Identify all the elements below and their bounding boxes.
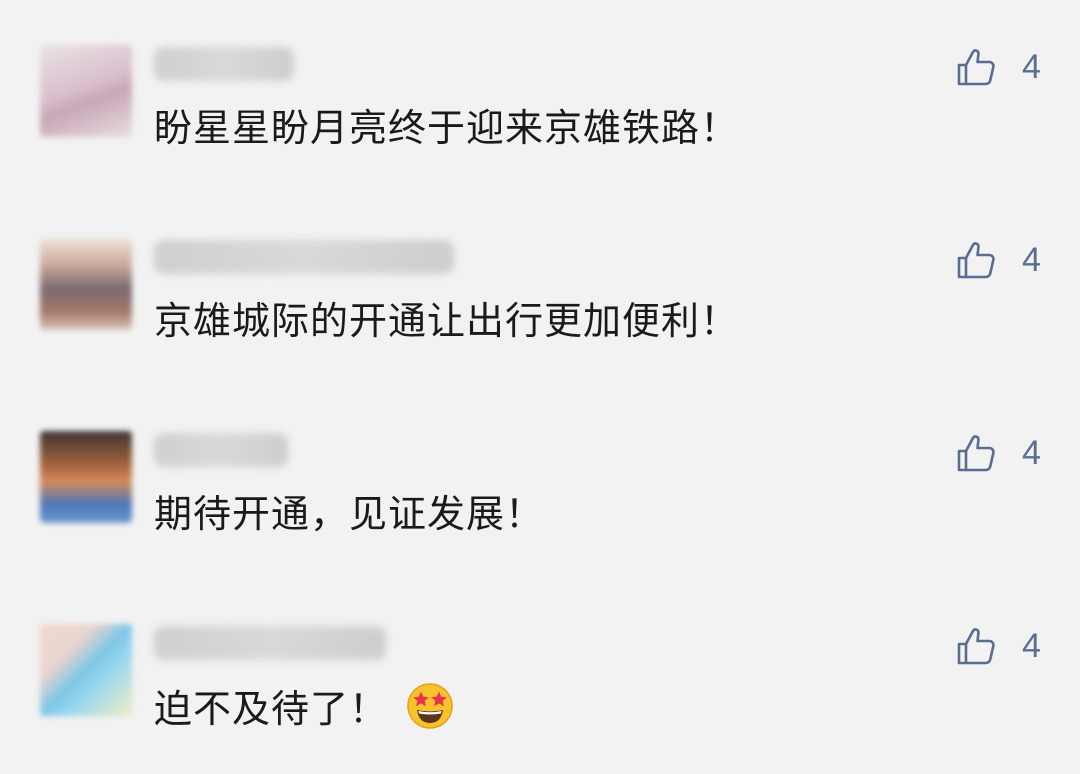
comment-item: 盼星星盼月亮终于迎来京雄铁路！ 4: [0, 45, 1080, 195]
thumbs-up-icon[interactable]: [956, 626, 996, 666]
avatar[interactable]: [40, 431, 132, 523]
like-count: 4: [1022, 627, 1041, 665]
like-count: 4: [1022, 241, 1041, 279]
like-button[interactable]: 4: [956, 433, 1041, 473]
username-blurred[interactable]: [154, 47, 294, 81]
comment-text: 期待开通，见证发展！: [154, 492, 545, 536]
like-button[interactable]: 4: [956, 240, 1041, 280]
avatar[interactable]: [40, 238, 132, 330]
like-count: 4: [1022, 434, 1041, 472]
comment-text: 盼星星盼月亮终于迎来京雄铁路！: [154, 106, 740, 150]
avatar[interactable]: [40, 624, 132, 716]
star-struck-emoji: [406, 682, 454, 730]
comment-list: 盼星星盼月亮终于迎来京雄铁路！ 4 京雄城际的开通让出行更加便利！ 4 期待开通…: [0, 0, 1080, 763]
thumbs-up-icon[interactable]: [956, 47, 996, 87]
username-blurred[interactable]: [154, 433, 288, 467]
comment-text: 迫不及待了！: [154, 682, 454, 734]
comment-text: 京雄城际的开通让出行更加便利！: [154, 299, 740, 343]
username-blurred[interactable]: [154, 240, 454, 274]
like-button[interactable]: 4: [956, 626, 1041, 666]
comment-text-body: 迫不及待了！: [154, 687, 389, 731]
comment-item: 期待开通，见证发展！ 4: [0, 431, 1080, 581]
comment-item: 京雄城际的开通让出行更加便利！ 4: [0, 238, 1080, 388]
like-button[interactable]: 4: [956, 47, 1041, 87]
username-blurred[interactable]: [154, 626, 386, 660]
comment-item: 迫不及待了！ 4: [0, 624, 1080, 774]
thumbs-up-icon[interactable]: [956, 240, 996, 280]
avatar[interactable]: [40, 45, 132, 137]
like-count: 4: [1022, 48, 1041, 86]
thumbs-up-icon[interactable]: [956, 433, 996, 473]
